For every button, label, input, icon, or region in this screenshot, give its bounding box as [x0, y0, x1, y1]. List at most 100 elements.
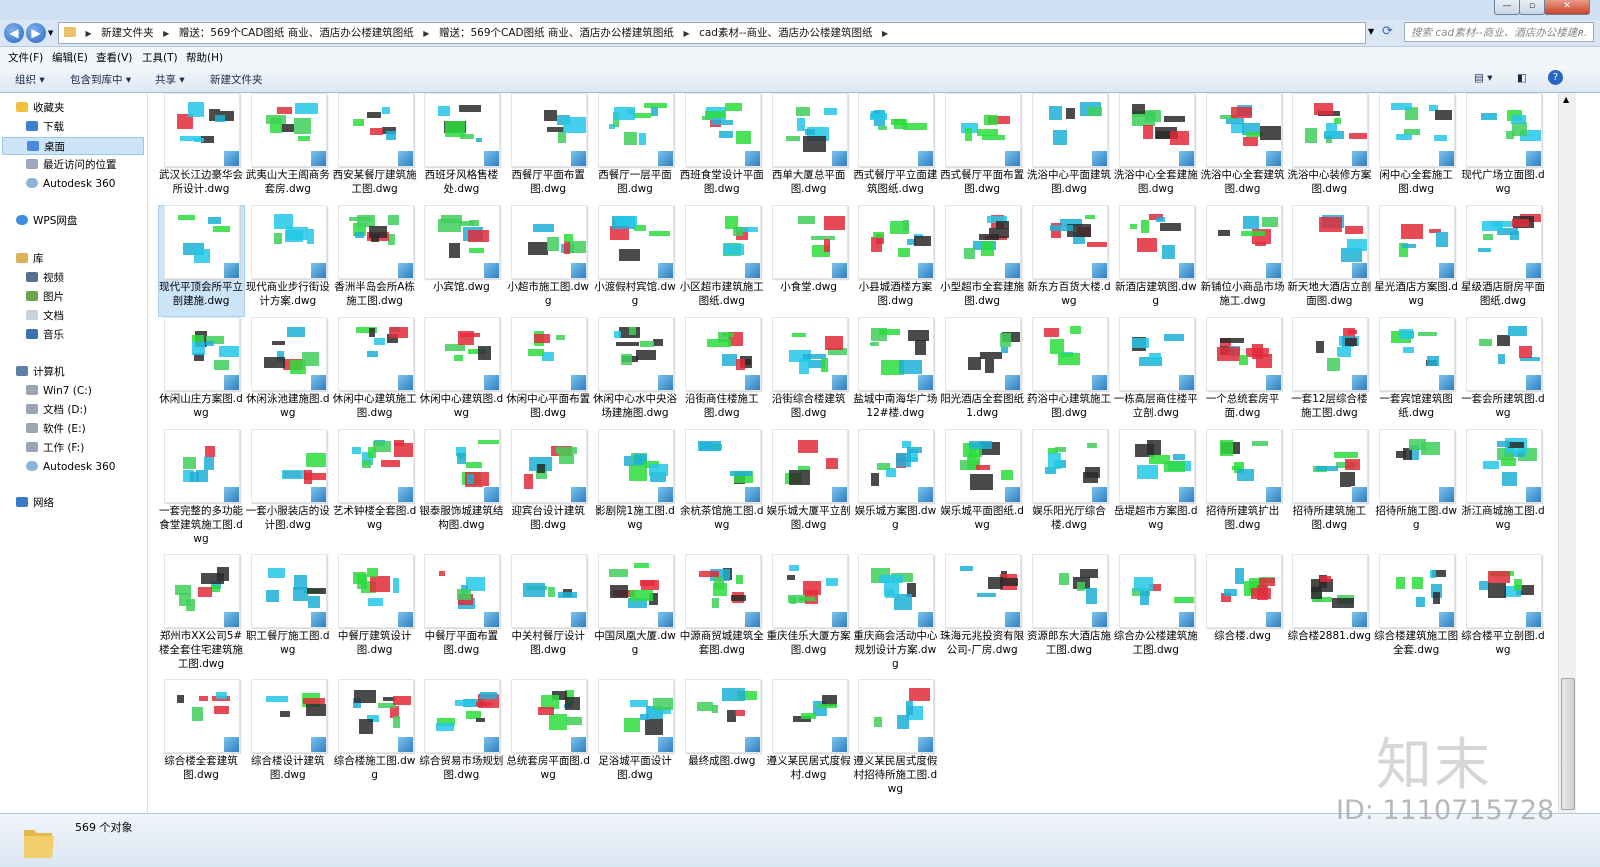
nav-item-autodesk[interactable]: Autodesk 360	[26, 175, 115, 193]
file-item[interactable]: 银泰服饰城建筑结构图.dwg	[418, 429, 505, 554]
file-item[interactable]: 中国凤凰大厦.dwg	[592, 554, 679, 679]
file-item[interactable]: 足浴城平面设计图.dwg	[592, 679, 679, 804]
file-item[interactable]: 洗浴中心平面建筑图.dwg	[1026, 93, 1113, 205]
file-item[interactable]: 阳光酒店全套图纸1.dwg	[939, 317, 1026, 429]
file-item[interactable]: 西餐厅一层平面图.dwg	[592, 93, 679, 205]
menu-help[interactable]: 帮助(H)	[186, 50, 223, 65]
file-item[interactable]: 小区超市建筑施工图纸.dwg	[679, 205, 766, 317]
search-input[interactable]: 搜索 cad素材--商业、酒店办公楼建...	[1404, 22, 1594, 42]
file-item[interactable]: 职工餐厅施工图.dwg	[245, 554, 332, 679]
file-item[interactable]: 洗浴中心装修方案图.dwg	[1286, 93, 1373, 205]
file-item[interactable]: 新天地大酒店立剖面图.dwg	[1286, 205, 1373, 317]
file-item[interactable]: 小型超市全套建施图.dwg	[939, 205, 1026, 317]
file-item[interactable]: 武汉长江边豪华会所设计.dwg	[158, 93, 245, 205]
file-item[interactable]: 资源郎东大酒店施工图.dwg	[1026, 554, 1113, 679]
file-item[interactable]: 中源商贸城建筑全套图.dwg	[679, 554, 766, 679]
file-item[interactable]: 综合楼建筑施工图全套.dwg	[1373, 554, 1460, 679]
menu-edit[interactable]: 编辑(E)	[52, 50, 88, 65]
file-item[interactable]: 西式餐厅平面布置图.dwg	[939, 93, 1026, 205]
file-item[interactable]: 香洲半岛会所A栋施工图.dwg	[332, 205, 419, 317]
organize-button[interactable]: 组织 ▾	[15, 72, 45, 87]
file-item[interactable]: 小超市施工图.dwg	[505, 205, 592, 317]
file-item[interactable]: 现代商业步行街设计方案.dwg	[245, 205, 332, 317]
file-item[interactable]: 小食堂.dwg	[766, 205, 853, 317]
file-item[interactable]: 招待所建筑施工图.dwg	[1286, 429, 1373, 554]
network-header[interactable]: 网络	[16, 494, 54, 512]
file-item[interactable]: 艺术钟楼全套图.dwg	[332, 429, 419, 554]
file-item[interactable]: 休闲中心建筑图.dwg	[418, 317, 505, 429]
file-item[interactable]: 西餐厅平面布置图.dwg	[505, 93, 592, 205]
chevron-right-icon[interactable]: ▶	[420, 24, 432, 43]
nav-item-drive-d[interactable]: 文档 (D:)	[26, 401, 87, 419]
file-item[interactable]: 珠海元兆投资有限公司-厂房.dwg	[939, 554, 1026, 679]
file-item[interactable]: 西安某餐厅建筑施工图.dwg	[332, 93, 419, 205]
nav-item-autodesk-drive[interactable]: Autodesk 360	[26, 458, 115, 476]
library-header[interactable]: 库	[16, 250, 44, 268]
favorites-header[interactable]: 收藏夹	[16, 99, 65, 117]
file-item[interactable]: 岳堤超市方案图.dwg	[1113, 429, 1200, 554]
file-item[interactable]: 招待所施工图.dwg	[1373, 429, 1460, 554]
forward-button[interactable]: ▶	[26, 23, 46, 43]
file-item[interactable]: 综合楼平立剖图.dwg	[1460, 554, 1547, 679]
file-item[interactable]: 星光酒店方案图.dwg	[1373, 205, 1460, 317]
minimize-button[interactable]: —	[1494, 0, 1520, 15]
scroll-up-icon[interactable]: ▲	[1563, 95, 1569, 104]
file-item[interactable]: 中餐厅平面布置图.dwg	[418, 554, 505, 679]
include-library-button[interactable]: 包含到库中 ▾	[70, 72, 131, 87]
file-item[interactable]: 一套小服装店的设计图.dwg	[245, 429, 332, 554]
file-item[interactable]: 休闲中心平面布置图.dwg	[505, 317, 592, 429]
file-item[interactable]: 余杭茶馆施工图.dwg	[679, 429, 766, 554]
file-item[interactable]: 小宾馆.dwg	[418, 205, 505, 317]
history-dropdown-icon[interactable]: ▼	[48, 29, 53, 37]
file-item[interactable]: 综合楼2881.dwg	[1286, 554, 1373, 679]
refresh-icon[interactable]: ⟳	[1382, 24, 1393, 39]
new-folder-button[interactable]: 新建文件夹	[210, 72, 263, 87]
address-dropdown-icon[interactable]: ▼	[1368, 27, 1374, 36]
file-item[interactable]: 洗浴中心全套建施图.dwg	[1113, 93, 1200, 205]
file-item[interactable]: 一套会所建筑图.dwg	[1460, 317, 1547, 429]
file-item[interactable]: 总统套房平面图.dwg	[505, 679, 592, 804]
file-item[interactable]: 重庆商会活动中心规划设计方案.dwg	[852, 554, 939, 679]
file-item[interactable]: 一栋高层商住楼平立剖.dwg	[1113, 317, 1200, 429]
nav-item-downloads[interactable]: 下载	[26, 118, 64, 136]
file-item[interactable]: 西单大厦总平面图.dwg	[766, 93, 853, 205]
file-item[interactable]: 休闲中心水中央浴场建施图.dwg	[592, 317, 679, 429]
nav-item-drive-f[interactable]: 工作 (F:)	[26, 439, 84, 457]
breadcrumb-item[interactable]: cad素材--商业、酒店办公楼建筑图纸	[696, 23, 875, 43]
file-item[interactable]: 综合贸易市场规划图.dwg	[418, 679, 505, 804]
file-item[interactable]: 沿街综合楼建筑图.dwg	[766, 317, 853, 429]
file-item[interactable]: 新东方百货大楼.dwg	[1026, 205, 1113, 317]
chevron-right-icon[interactable]: ▶	[680, 24, 692, 43]
search-icon[interactable]: ⌕	[1578, 25, 1584, 39]
file-item[interactable]: 西班食堂设计平面图.dwg	[679, 93, 766, 205]
breadcrumb-item[interactable]: 赠送：569个CAD图纸 商业、酒店办公楼建筑图纸	[176, 23, 417, 43]
file-item[interactable]: 娱乐阳光厅综合楼.dwg	[1026, 429, 1113, 554]
file-item[interactable]: 休闲中心建筑施工图.dwg	[332, 317, 419, 429]
nav-item-documents[interactable]: 文档	[26, 307, 64, 325]
file-item[interactable]: 影剧院1施工图.dwg	[592, 429, 679, 554]
file-item[interactable]: 小渡假村宾馆.dwg	[592, 205, 679, 317]
file-item[interactable]: 洗浴中心全套建筑图.dwg	[1200, 93, 1287, 205]
file-item[interactable]: 娱乐城方案图.dwg	[852, 429, 939, 554]
help-icon[interactable]: ?	[1548, 70, 1563, 85]
computer-header[interactable]: 计算机	[16, 363, 65, 381]
file-item[interactable]: 一套12层综合楼施工图.dwg	[1286, 317, 1373, 429]
share-button[interactable]: 共享 ▾	[155, 72, 185, 87]
file-item[interactable]: 小县城酒楼方案图.dwg	[852, 205, 939, 317]
preview-pane-icon[interactable]: ◧	[1517, 72, 1527, 84]
nav-item-wps[interactable]: WPS网盘	[16, 212, 77, 230]
file-item[interactable]: 招待所建筑扩出图.dwg	[1200, 429, 1287, 554]
close-button[interactable]: ✕	[1544, 0, 1590, 15]
file-item[interactable]: 现代广场立面图.dwg	[1460, 93, 1547, 205]
file-item[interactable]: 迎宾台设计建筑图.dwg	[505, 429, 592, 554]
file-item[interactable]: 综合楼.dwg	[1200, 554, 1287, 679]
file-item[interactable]: 重庆佳乐大厦方案图.dwg	[766, 554, 853, 679]
nav-item-videos[interactable]: 视频	[26, 269, 64, 287]
file-item[interactable]: 综合办公楼建筑施工图.dwg	[1113, 554, 1200, 679]
file-item[interactable]: 娱乐城大厦平立剖图.dwg	[766, 429, 853, 554]
file-item[interactable]: 沿街商住楼施工图.dwg	[679, 317, 766, 429]
file-item[interactable]: 中关村餐厅设计图.dwg	[505, 554, 592, 679]
file-item[interactable]: 闲中心全套施工图.dwg	[1373, 93, 1460, 205]
chevron-right-icon[interactable]: ▶	[83, 24, 95, 43]
file-item[interactable]: 现代平顶会所平立剖建施.dwg	[158, 205, 245, 317]
